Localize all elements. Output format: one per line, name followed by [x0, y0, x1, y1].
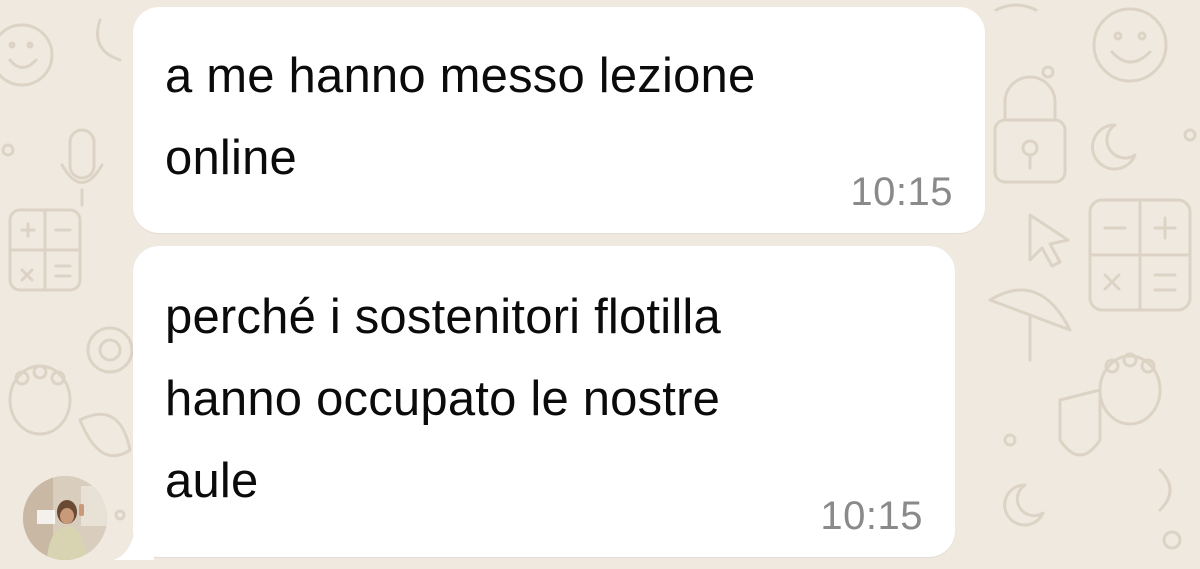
camera-lens-icon: [86, 326, 134, 374]
calculator-icon: [1088, 198, 1192, 312]
paw-icon: [1098, 352, 1162, 426]
bubble-tail-icon: [114, 520, 154, 560]
smiley-icon: [0, 23, 54, 87]
umbrella-icon: [988, 288, 1072, 362]
incoming-message-bubble[interactable]: perché i sostenitori flotilla hanno occu…: [133, 246, 955, 557]
message-text: perché i sostenitori flotilla hanno occu…: [165, 290, 721, 508]
moon-icon: [1091, 123, 1137, 171]
smiley-icon: [1092, 7, 1168, 83]
message-timestamp: 10:15: [850, 170, 953, 214]
microphone-icon: [60, 128, 104, 207]
contact-avatar-photo-icon: [23, 476, 107, 560]
incoming-message-bubble[interactable]: a me hanno messo lezione online 10:15: [133, 7, 985, 233]
calculator-icon: [8, 208, 82, 292]
contact-avatar[interactable]: [23, 476, 107, 560]
message-timestamp: 10:15: [820, 494, 923, 538]
moon-icon: [1003, 483, 1045, 527]
padlock-icon: [993, 75, 1067, 184]
paw-icon: [8, 364, 72, 436]
shield-icon: [1058, 388, 1102, 457]
cursor-arrow-icon: [1028, 213, 1070, 268]
leaf-icon: [78, 412, 132, 458]
message-text: a me hanno messo lezione online: [165, 49, 756, 185]
